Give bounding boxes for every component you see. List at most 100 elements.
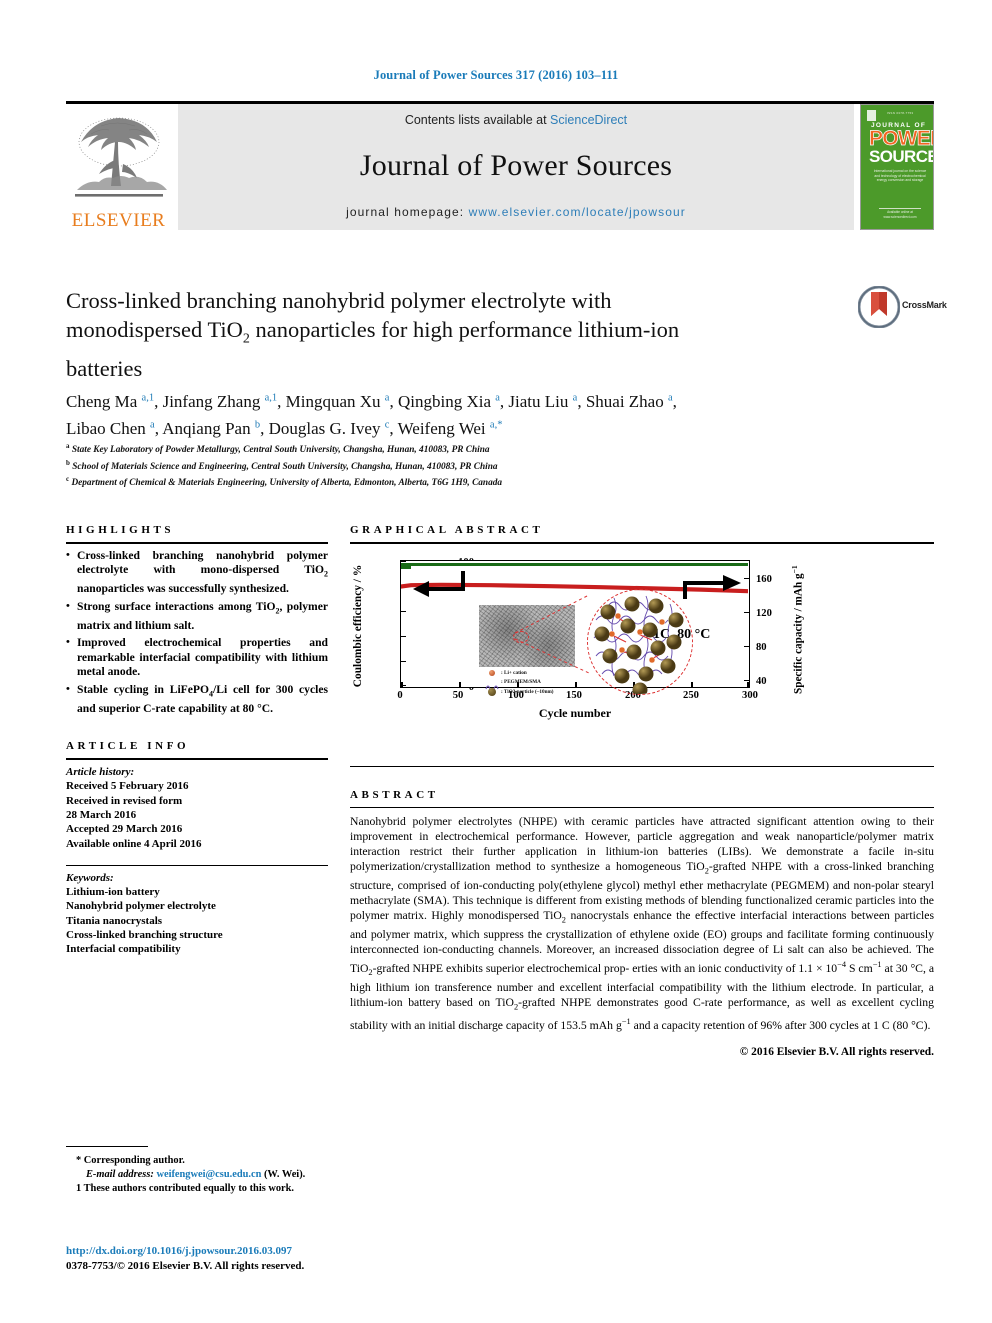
history-revised-date: 28 March 2016 xyxy=(66,808,137,821)
ytick-right-40: 40 xyxy=(756,675,767,687)
title-line-1: Cross-linked branching nanohybrid polyme… xyxy=(66,288,612,313)
history-accepted: Accepted 29 March 2016 xyxy=(66,823,183,836)
list-item: Strong surface interactions among TiO2, … xyxy=(66,599,328,634)
graphical-abstract-figure: Coulombic efficiency / % Specific capaci… xyxy=(350,552,934,752)
xtick-50: 50 xyxy=(452,689,464,701)
email-suffix: (W. Wei). xyxy=(263,1169,306,1180)
cover-footer-text: Available online at www.sciencedirect.co… xyxy=(883,210,917,219)
legend-label-tio2: : TiO2 particle (~10nm) xyxy=(501,688,554,695)
right-axis-arrow-icon xyxy=(683,574,741,599)
footnote-email: E-mail address: weifengwei@csu.edu.cn (W… xyxy=(66,1168,536,1182)
affiliation-a: a State Key Laboratory of Powder Metallu… xyxy=(66,440,906,457)
cover-divider xyxy=(879,208,921,209)
article-history-label: Article history: xyxy=(66,766,135,779)
masthead-center: Contents lists available at ScienceDirec… xyxy=(178,104,854,230)
chart-ylabel-right-text: Specific capacity / mAh g xyxy=(792,573,805,694)
left-axis-arrow-icon xyxy=(413,570,465,597)
issn-copyright-line: 0378-7753/© 2016 Elsevier B.V. All right… xyxy=(66,1260,305,1272)
affiliation-text-a: State Key Laboratory of Powder Metallurg… xyxy=(71,445,490,456)
history-received: Received 5 February 2016 xyxy=(66,780,189,793)
xtick-0: 0 xyxy=(397,689,403,701)
highlights-rule xyxy=(66,542,328,544)
homepage-prefix: journal homepage: xyxy=(346,205,469,219)
journal-title: Journal of Power Sources xyxy=(359,149,673,182)
right-column: GRAPHICAL ABSTRACT Coulombic efficiency … xyxy=(350,524,934,1058)
polymer-chain-icon xyxy=(485,678,501,693)
graphical-abstract-bottom-rule xyxy=(350,765,934,767)
keywords-block: Keywords: Lithium-ion battery Nanohybrid… xyxy=(66,871,328,957)
graphical-abstract-rule xyxy=(350,542,934,544)
ytick-right-80: 80 xyxy=(756,641,767,653)
history-revised-label: Received in revised form xyxy=(66,794,183,807)
keyword-1: Lithium-ion battery xyxy=(66,886,160,899)
keyword-3: Titania nanocrystals xyxy=(66,914,163,927)
highlights-heading: HIGHLIGHTS xyxy=(66,524,175,536)
ytick-right-120: 120 xyxy=(756,607,772,619)
highlights-list: Cross-linked branching nanohybrid polyme… xyxy=(66,548,328,717)
elsevier-wordmark: ELSEVIER xyxy=(71,210,166,231)
chart-ylabel-right: Specific capacity / mAh g−1 xyxy=(790,554,805,694)
journal-masthead: ELSEVIER Contents lists available at Sci… xyxy=(66,104,934,230)
journal-cover-image: ISSN 0378-7753 JOURNAL OF POWER SOURCES … xyxy=(860,104,934,230)
affiliation-c: c Department of Chemical & Materials Eng… xyxy=(66,473,906,490)
cover-power-word: POWER xyxy=(869,127,933,150)
keyword-2: Nanohybrid polymer electrolyte xyxy=(66,900,216,913)
abstract-copyright: © 2016 Elsevier B.V. All rights reserved… xyxy=(739,1046,934,1059)
sciencedirect-link[interactable]: ScienceDirect xyxy=(550,113,627,127)
contents-prefix: Contents lists available at xyxy=(404,113,551,127)
list-item: Cross-linked branching nanohybrid polyme… xyxy=(66,548,328,597)
homepage-url-link[interactable]: www.elsevier.com/locate/jpowsour xyxy=(469,205,686,219)
affiliation-text-b: School of Materials Science and Engineer… xyxy=(72,461,498,472)
keywords-label: Keywords: xyxy=(66,871,114,884)
affiliation-text-c: Department of Chemical & Materials Engin… xyxy=(71,478,503,489)
xtick-250: 250 xyxy=(683,689,699,701)
affiliation-marker-a: a xyxy=(66,442,70,450)
email-link[interactable]: weifengwei@csu.edu.cn xyxy=(156,1169,261,1180)
cover-subtitle: International journal on the science and… xyxy=(873,169,927,183)
abstract-heading: ABSTRACT xyxy=(350,788,439,801)
xtick-300: 300 xyxy=(742,689,758,701)
cover-issn: ISSN 0378-7753 xyxy=(887,111,914,115)
graphical-abstract-heading: GRAPHICAL ABSTRACT xyxy=(350,524,544,536)
left-column: HIGHLIGHTS Cross-linked branching nanohy… xyxy=(66,524,328,957)
affiliation-b: b School of Materials Science and Engine… xyxy=(66,457,906,474)
title-subscript-2: 2 xyxy=(242,331,250,347)
crossmark-badge[interactable]: CrossMark xyxy=(857,285,947,330)
abstract-rule xyxy=(350,806,934,809)
keywords-rule xyxy=(66,864,328,866)
cover-sources-word: SOURCES xyxy=(869,147,933,166)
doi-link[interactable]: http://dx.doi.org/10.1016/j.jpowsour.201… xyxy=(66,1244,304,1259)
paper-page: Journal of Power Sources 317 (2016) 103–… xyxy=(0,0,992,1323)
elsevier-tree-icon xyxy=(71,112,167,210)
affiliation-marker-c: c xyxy=(66,475,70,484)
article-history-block: Article history: Received 5 February 201… xyxy=(66,765,328,851)
keyword-5: Interfacial compatibility xyxy=(66,943,181,956)
legend-entry-tio2: : TiO2 particle (~10nm) xyxy=(485,687,601,696)
history-online: Available online 4 April 2016 xyxy=(66,837,202,850)
footnote-corresponding: * Corresponding author. xyxy=(76,1155,185,1166)
chart-plot-area: 1C, 80 °C: Li+ cation: PEGMEM/SMA: Ti… xyxy=(400,559,750,696)
email-label: E-mail address: xyxy=(86,1169,154,1180)
crossmark-label: CrossMark xyxy=(902,300,947,310)
footer-identifiers: http://dx.doi.org/10.1016/j.jpowsour.201… xyxy=(66,1244,304,1274)
chart-xlabel: Cycle number xyxy=(538,705,612,720)
crossmark-icon xyxy=(857,285,901,329)
article-info-rule xyxy=(66,758,328,761)
list-item: Stable cycling in LiFePO4/Li cell for 30… xyxy=(66,682,328,717)
authors-line-2: Libao Chen a, Anqiang Pan b, Douglas G. … xyxy=(66,419,503,439)
li-ion-dot-icon xyxy=(485,669,501,677)
title-line-2a: monodispersed TiO xyxy=(66,317,243,342)
abstract-text: Nanohybrid polymer electrolytes (NHPE) w… xyxy=(350,815,935,1033)
footnote-rule xyxy=(66,1146,148,1148)
keyword-4: Cross-linked branching structure xyxy=(66,929,223,942)
authors-line-1: Cheng Ma a,1, Jinfang Zhang a,1, Mingqua… xyxy=(66,391,677,411)
affiliation-marker-b: b xyxy=(66,458,70,467)
nanocomposite-schematic-inset xyxy=(587,588,693,695)
footnotes: * Corresponding author. E-mail address: … xyxy=(66,1154,536,1196)
ytick-right-160: 160 xyxy=(756,573,772,585)
cycling-performance-chart: Coulombic efficiency / % Specific capaci… xyxy=(352,554,828,732)
legend-label-li-cation: : Li+ cation xyxy=(501,669,527,676)
title-line-2b: nanoparticles for high performance lithi… xyxy=(249,317,680,342)
elsevier-logo: ELSEVIER xyxy=(66,104,171,230)
tio2-sphere-icon xyxy=(485,687,501,696)
